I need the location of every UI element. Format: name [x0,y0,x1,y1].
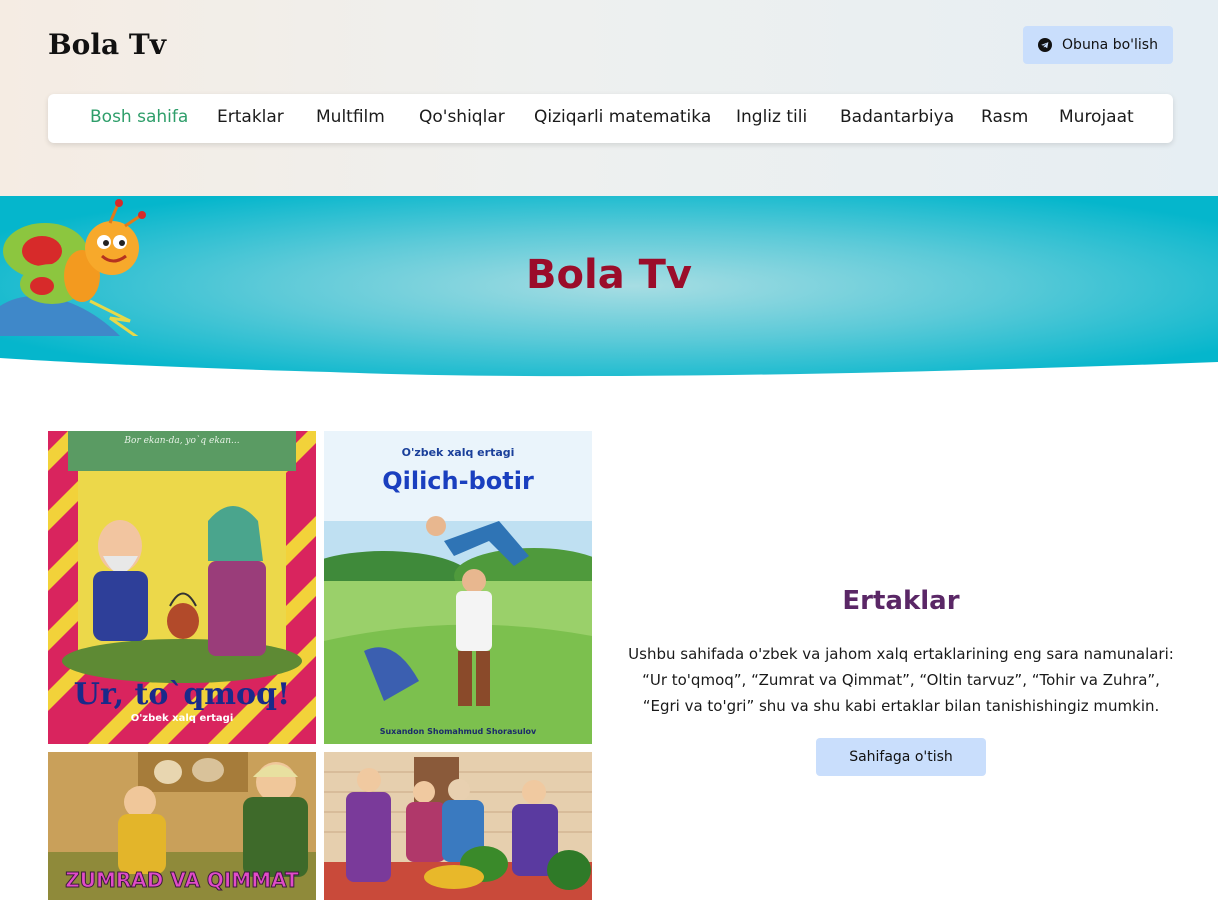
nav-item-rasm[interactable]: Rasm [981,107,1028,127]
thumbnail-caption: Ur, to`qmoq! [73,677,291,712]
section-description: Ushbu sahifada o'zbek va jahom xalq erta… [628,645,1174,715]
thumbnail-subcaption: O'zbek xalq ertagi [130,713,234,724]
story-thumbnail-oltin-tarvuz[interactable] [324,752,592,900]
hero-title: Bola Tv [526,252,692,298]
subscribe-button[interactable]: Obuna bo'lish [1023,26,1173,64]
thumbnail-subcaption: O'zbek xalq ertagi [401,446,515,459]
thumbnail-caption: ZUMRAD VA QIMMAT [65,868,299,893]
story-thumbnail-zumrad-va-qimmat[interactable]: ZUMRAD VA QIMMAT [48,752,316,900]
nav-item-qoshiqlar[interactable]: Qo'shiqlar [419,107,505,127]
story-thumbnail-qilich-botir[interactable]: O'zbek xalq ertagi Qilich-botir Suxandon… [324,431,592,744]
nav-item-multfilm[interactable]: Multfilm [316,107,385,127]
subscribe-label: Obuna bo'lish [1062,37,1158,53]
thumbnail-banner-text: Bor ekan-da, yo`q ekan... [124,436,240,446]
nav-item-qiziqarli-matematika[interactable]: Qiziqarli matematika [534,107,711,127]
nav-item-murojaat[interactable]: Murojaat [1059,107,1134,127]
nav-item-bosh-sahifa[interactable]: Bosh sahifa [90,107,188,127]
nav-item-ertaklar[interactable]: Ertaklar [217,107,284,127]
oltin-tarvuz-cover [324,752,592,900]
site-logo[interactable]: Bola Tv [48,28,166,61]
thumbnail-credit: Suxandon Shomahmud Shorasulov [379,727,537,736]
section-title: Ertaklar [842,586,960,616]
nav-item-badantarbiya[interactable]: Badantarbiya [840,107,954,127]
nav-item-ingliz-tili[interactable]: Ingliz tili [736,107,807,127]
thumbnail-caption: Qilich-botir [382,467,534,495]
telegram-icon [1038,38,1053,52]
main-nav: Bosh sahifa Ertaklar Multfilm Qo'shiqlar… [48,94,1173,143]
go-to-page-button[interactable]: Sahifaga o'tish [816,738,986,776]
hero-banner: Bola Tv [0,196,1218,386]
header: Bola Tv Obuna bo'lish Bosh sahifa Ertakl… [0,0,1218,196]
story-thumbnail-ur-toqmoq[interactable]: Bor ekan-da, yo`q ekan... Ur, to`qmoq! O… [48,431,316,744]
